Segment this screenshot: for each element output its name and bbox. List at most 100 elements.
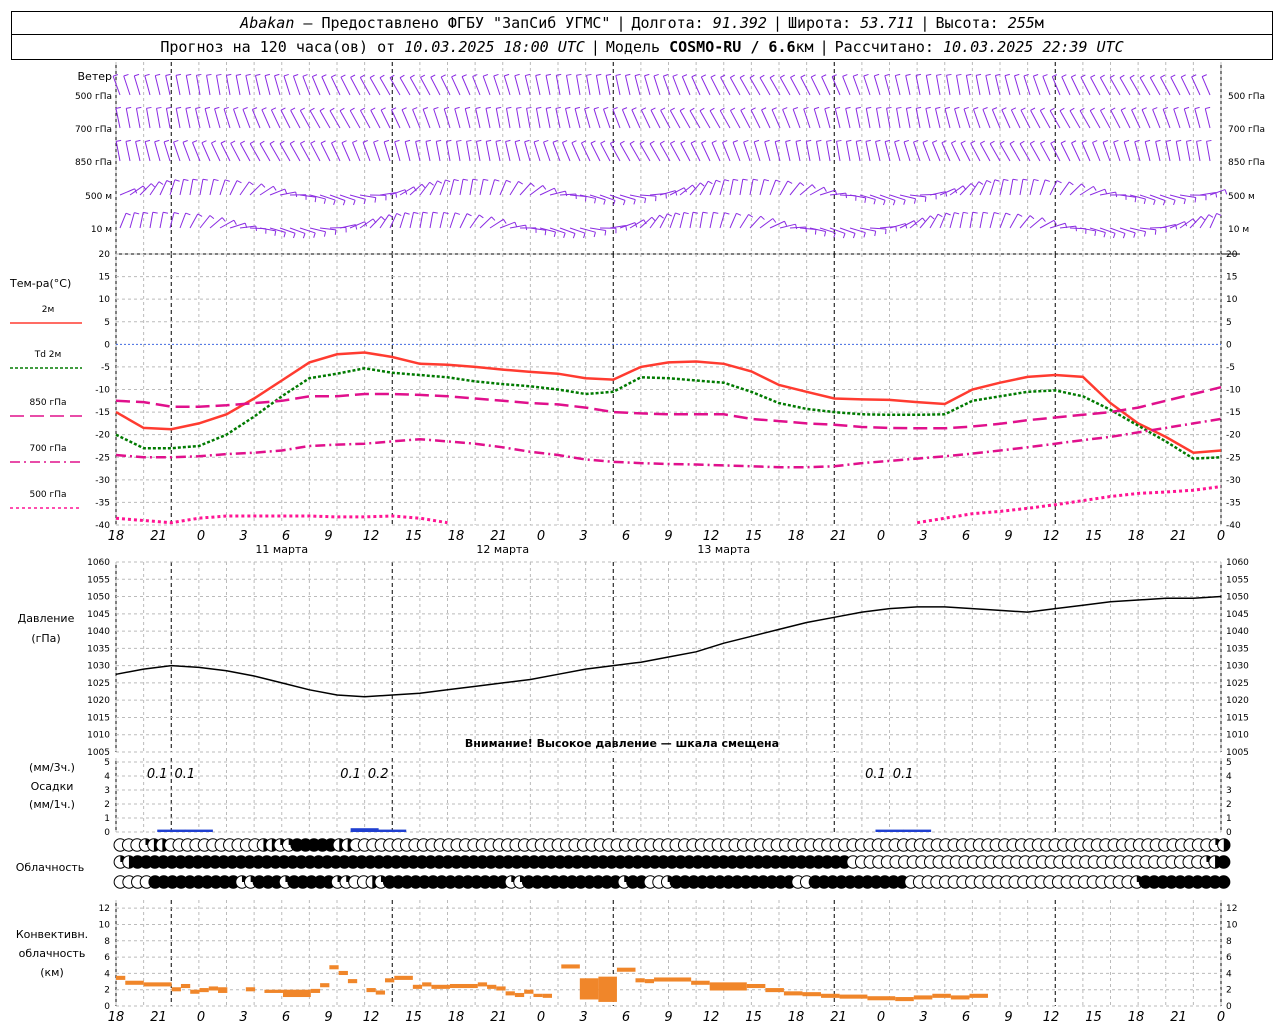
- conv-unit: (км): [40, 966, 64, 979]
- wind-barb: [749, 215, 762, 229]
- wind-barb-feather: [963, 106, 969, 110]
- wind-barb-feather: [546, 106, 552, 109]
- wind-barb: [972, 108, 981, 129]
- wind-barb: [319, 110, 331, 129]
- wind-barb: [689, 110, 701, 129]
- temp-x-tick: 9: [1004, 529, 1012, 544]
- wind-barb-feather: [369, 74, 375, 79]
- wind-barb-feather: [158, 181, 164, 185]
- wind-barb: [815, 141, 821, 162]
- wind-barb-feather: [748, 214, 754, 218]
- wind-barb: [529, 185, 544, 196]
- wind-barb: [593, 108, 601, 129]
- pressure-tick-right: 1015: [1226, 713, 1249, 723]
- temp-tick-left: -15: [95, 408, 110, 418]
- conv-tick-right: 12: [1226, 904, 1237, 914]
- pressure-tick-right: 1050: [1226, 593, 1249, 603]
- precip-tick-left: 5: [104, 758, 110, 768]
- wind-barb-feather: [495, 139, 501, 142]
- wind-barb-feather: [1194, 106, 1200, 110]
- conv-x-tick: 9: [324, 1010, 332, 1024]
- wind-barb: [845, 141, 851, 162]
- wind-barb-feather: [1131, 107, 1137, 111]
- wind-barb: [1209, 189, 1226, 196]
- wind-barb-feather: [937, 213, 943, 218]
- wind-barb: [875, 141, 881, 162]
- precip-tick-right: 4: [1226, 772, 1232, 782]
- wind-barb-feather: [571, 140, 577, 144]
- wind-barb-feather: [631, 107, 637, 111]
- wind-barb: [135, 108, 141, 129]
- conv-cloud-segment: [366, 988, 376, 993]
- wind-barb-feather: [360, 74, 365, 78]
- wind-barb: [280, 109, 291, 129]
- wind-barb: [931, 142, 941, 162]
- temp-x-tick: 21: [150, 529, 167, 544]
- wind-barb-feather: [362, 140, 368, 143]
- wind-barb-feather: [846, 139, 852, 142]
- wind-barb: [789, 182, 801, 196]
- conv-cloud-segment: [125, 980, 144, 985]
- pressure-tick-right: 1040: [1226, 627, 1249, 637]
- wind-barb: [485, 108, 491, 129]
- conv-cloud-segment: [487, 984, 497, 989]
- wind-barb: [339, 110, 351, 129]
- conv-tick-left: 8: [104, 937, 110, 947]
- conv-cloud-segment: [264, 989, 283, 993]
- wind-barb-feather: [1014, 73, 1020, 77]
- wind-barb: [649, 143, 661, 162]
- pressure-tick-left: 1015: [87, 713, 110, 723]
- temp-tick-right: -5: [1226, 363, 1235, 373]
- wind-barb: [139, 212, 144, 229]
- wind-barb-feather: [970, 183, 976, 188]
- wind-barb-feather: [799, 182, 805, 187]
- wind-level-label-right: 500 гПа: [1228, 92, 1265, 102]
- wind-barb-feather: [425, 139, 431, 142]
- wind-barb-feather: [894, 139, 900, 143]
- wind-barb: [1020, 109, 1031, 129]
- wind-barb-feather: [606, 73, 612, 76]
- wind-barb-feather: [641, 107, 647, 111]
- wind-barb-feather: [1017, 213, 1023, 217]
- wind-barb-feather: [223, 106, 229, 110]
- wind-barb: [425, 141, 431, 162]
- wind-barb: [960, 142, 971, 162]
- wind-barb: [440, 76, 451, 96]
- wind-barb-feather: [310, 140, 316, 144]
- conv-tick-right: 0: [1226, 1002, 1232, 1012]
- wind-barb: [433, 108, 441, 129]
- conv-cloud-segment: [802, 992, 822, 997]
- wind-barb: [439, 212, 445, 229]
- wind-barb-feather: [491, 216, 496, 221]
- temp-x-tick: 15: [745, 529, 762, 544]
- conv-cloud-segment: [746, 983, 766, 989]
- wind-barb-feather: [1113, 139, 1119, 143]
- wind-barb: [836, 141, 841, 162]
- wind-barb: [524, 75, 531, 96]
- wind-barb: [1060, 142, 1071, 162]
- wind-barb-feather: [504, 73, 510, 77]
- wind-barb: [412, 109, 421, 129]
- wind-barb-feather: [233, 106, 239, 110]
- wind-barb: [469, 214, 480, 229]
- wind-barb: [905, 108, 911, 129]
- wind-barb-feather: [461, 74, 467, 78]
- conv-cloud-segment: [496, 986, 506, 991]
- wind-barb: [493, 75, 501, 96]
- wind-barb-feather: [289, 140, 295, 145]
- wind-barb: [1092, 142, 1101, 162]
- wind-barb-feather: [1103, 232, 1106, 238]
- wind-barb: [479, 216, 492, 229]
- wind-barb: [869, 227, 886, 230]
- wind-barb-feather: [973, 106, 979, 110]
- wind-barb-feather: [202, 178, 208, 181]
- conv-cloud-segment: [477, 982, 488, 987]
- wind-barb-feather: [649, 140, 655, 145]
- wind-barb-feather: [826, 139, 832, 142]
- temp-x-tick: 9: [664, 529, 672, 544]
- wind-barb-feather: [675, 212, 681, 216]
- wind-barb: [173, 141, 181, 162]
- temp-x-tick: 0: [1217, 529, 1225, 544]
- wind-barb: [729, 77, 741, 96]
- wind-barb: [679, 110, 691, 129]
